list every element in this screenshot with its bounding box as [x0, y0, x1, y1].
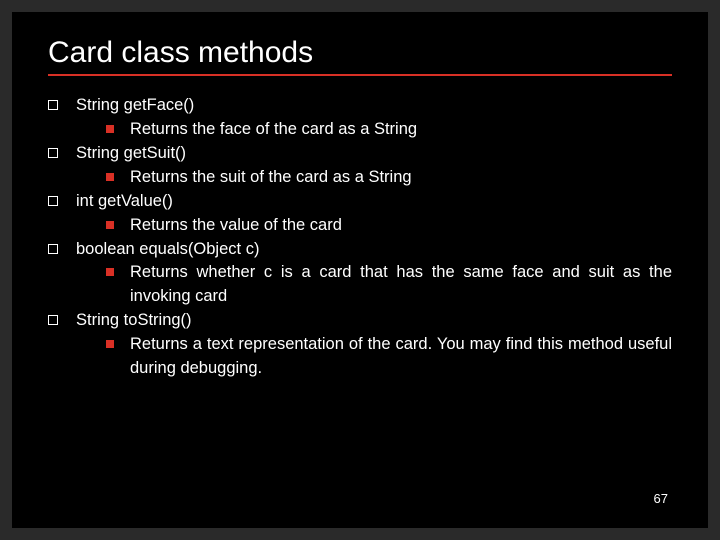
method-signature: int getValue() — [76, 190, 672, 214]
method-signature: boolean equals(Object c) — [76, 238, 672, 262]
list-subitem: Returns the value of the card — [76, 214, 672, 238]
method-description: Returns the suit of the card as a String — [130, 166, 672, 190]
page-number: 67 — [654, 491, 668, 506]
list-subitem: Returns a text representation of the car… — [76, 333, 672, 381]
list-item: String getFace() Returns the face of the… — [48, 94, 672, 142]
list-item: int getValue() Returns the value of the … — [48, 190, 672, 238]
square-bullet-icon — [48, 244, 58, 254]
list-item: String toString() Returns a text represe… — [48, 309, 672, 381]
method-signature: String getSuit() — [76, 142, 672, 166]
method-signature: String toString() — [76, 309, 672, 333]
red-square-icon — [106, 340, 114, 348]
red-square-icon — [106, 268, 114, 276]
list-subitem: Returns whether c is a card that has the… — [76, 261, 672, 309]
red-square-icon — [106, 173, 114, 181]
red-square-icon — [106, 221, 114, 229]
square-bullet-icon — [48, 315, 58, 325]
square-bullet-icon — [48, 148, 58, 158]
slide: Card class methods String getFace() Retu… — [12, 12, 708, 528]
slide-title: Card class methods — [48, 36, 672, 70]
method-description: Returns the value of the card — [130, 214, 672, 238]
method-description: Returns a text representation of the car… — [130, 333, 672, 381]
list-subitem: Returns the suit of the card as a String — [76, 166, 672, 190]
list-item: String getSuit() Returns the suit of the… — [48, 142, 672, 190]
content-area: String getFace() Returns the face of the… — [48, 94, 672, 381]
square-bullet-icon — [48, 100, 58, 110]
red-square-icon — [106, 125, 114, 133]
list-subitem: Returns the face of the card as a String — [76, 118, 672, 142]
square-bullet-icon — [48, 196, 58, 206]
title-underline — [48, 74, 672, 76]
method-description: Returns whether c is a card that has the… — [130, 261, 672, 309]
method-description: Returns the face of the card as a String — [130, 118, 672, 142]
method-signature: String getFace() — [76, 94, 672, 118]
list-item: boolean equals(Object c) Returns whether… — [48, 238, 672, 310]
